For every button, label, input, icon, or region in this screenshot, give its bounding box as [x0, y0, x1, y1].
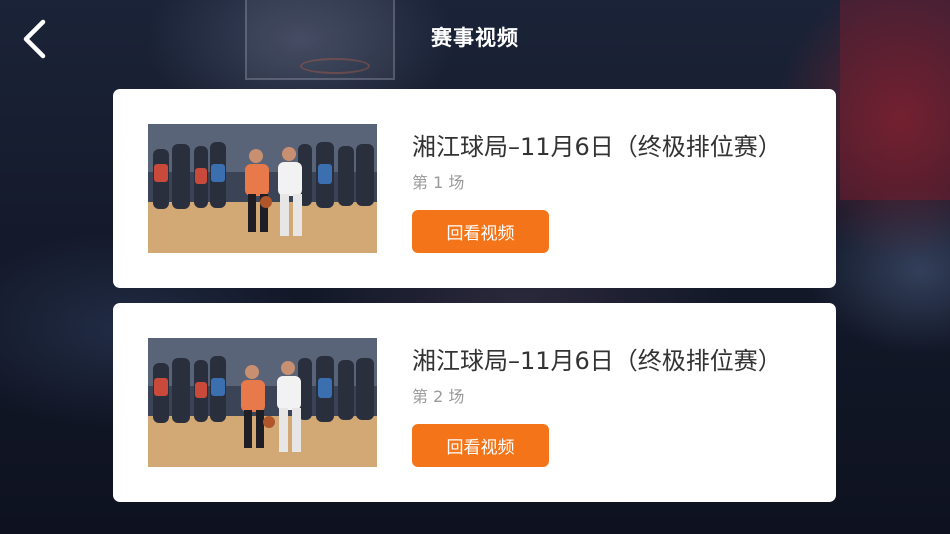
- page-title: 赛事视频: [431, 26, 519, 50]
- replay-video-button[interactable]: 回看视频: [412, 424, 549, 467]
- match-round: 第 2 场: [412, 387, 465, 406]
- replay-video-button[interactable]: 回看视频: [412, 210, 549, 253]
- video-thumbnail[interactable]: [148, 338, 377, 467]
- header: 赛事视频: [0, 0, 950, 78]
- match-title: 湘江球局–11月6日（终极排位赛）: [412, 133, 782, 161]
- video-thumbnail[interactable]: [148, 124, 377, 253]
- match-card[interactable]: 湘江球局–11月6日（终极排位赛） 第 2 场 回看视频: [113, 303, 836, 502]
- match-card[interactable]: 湘江球局–11月6日（终极排位赛） 第 1 场 回看视频: [113, 89, 836, 288]
- match-title: 湘江球局–11月6日（终极排位赛）: [412, 347, 782, 375]
- match-round: 第 1 场: [412, 173, 465, 192]
